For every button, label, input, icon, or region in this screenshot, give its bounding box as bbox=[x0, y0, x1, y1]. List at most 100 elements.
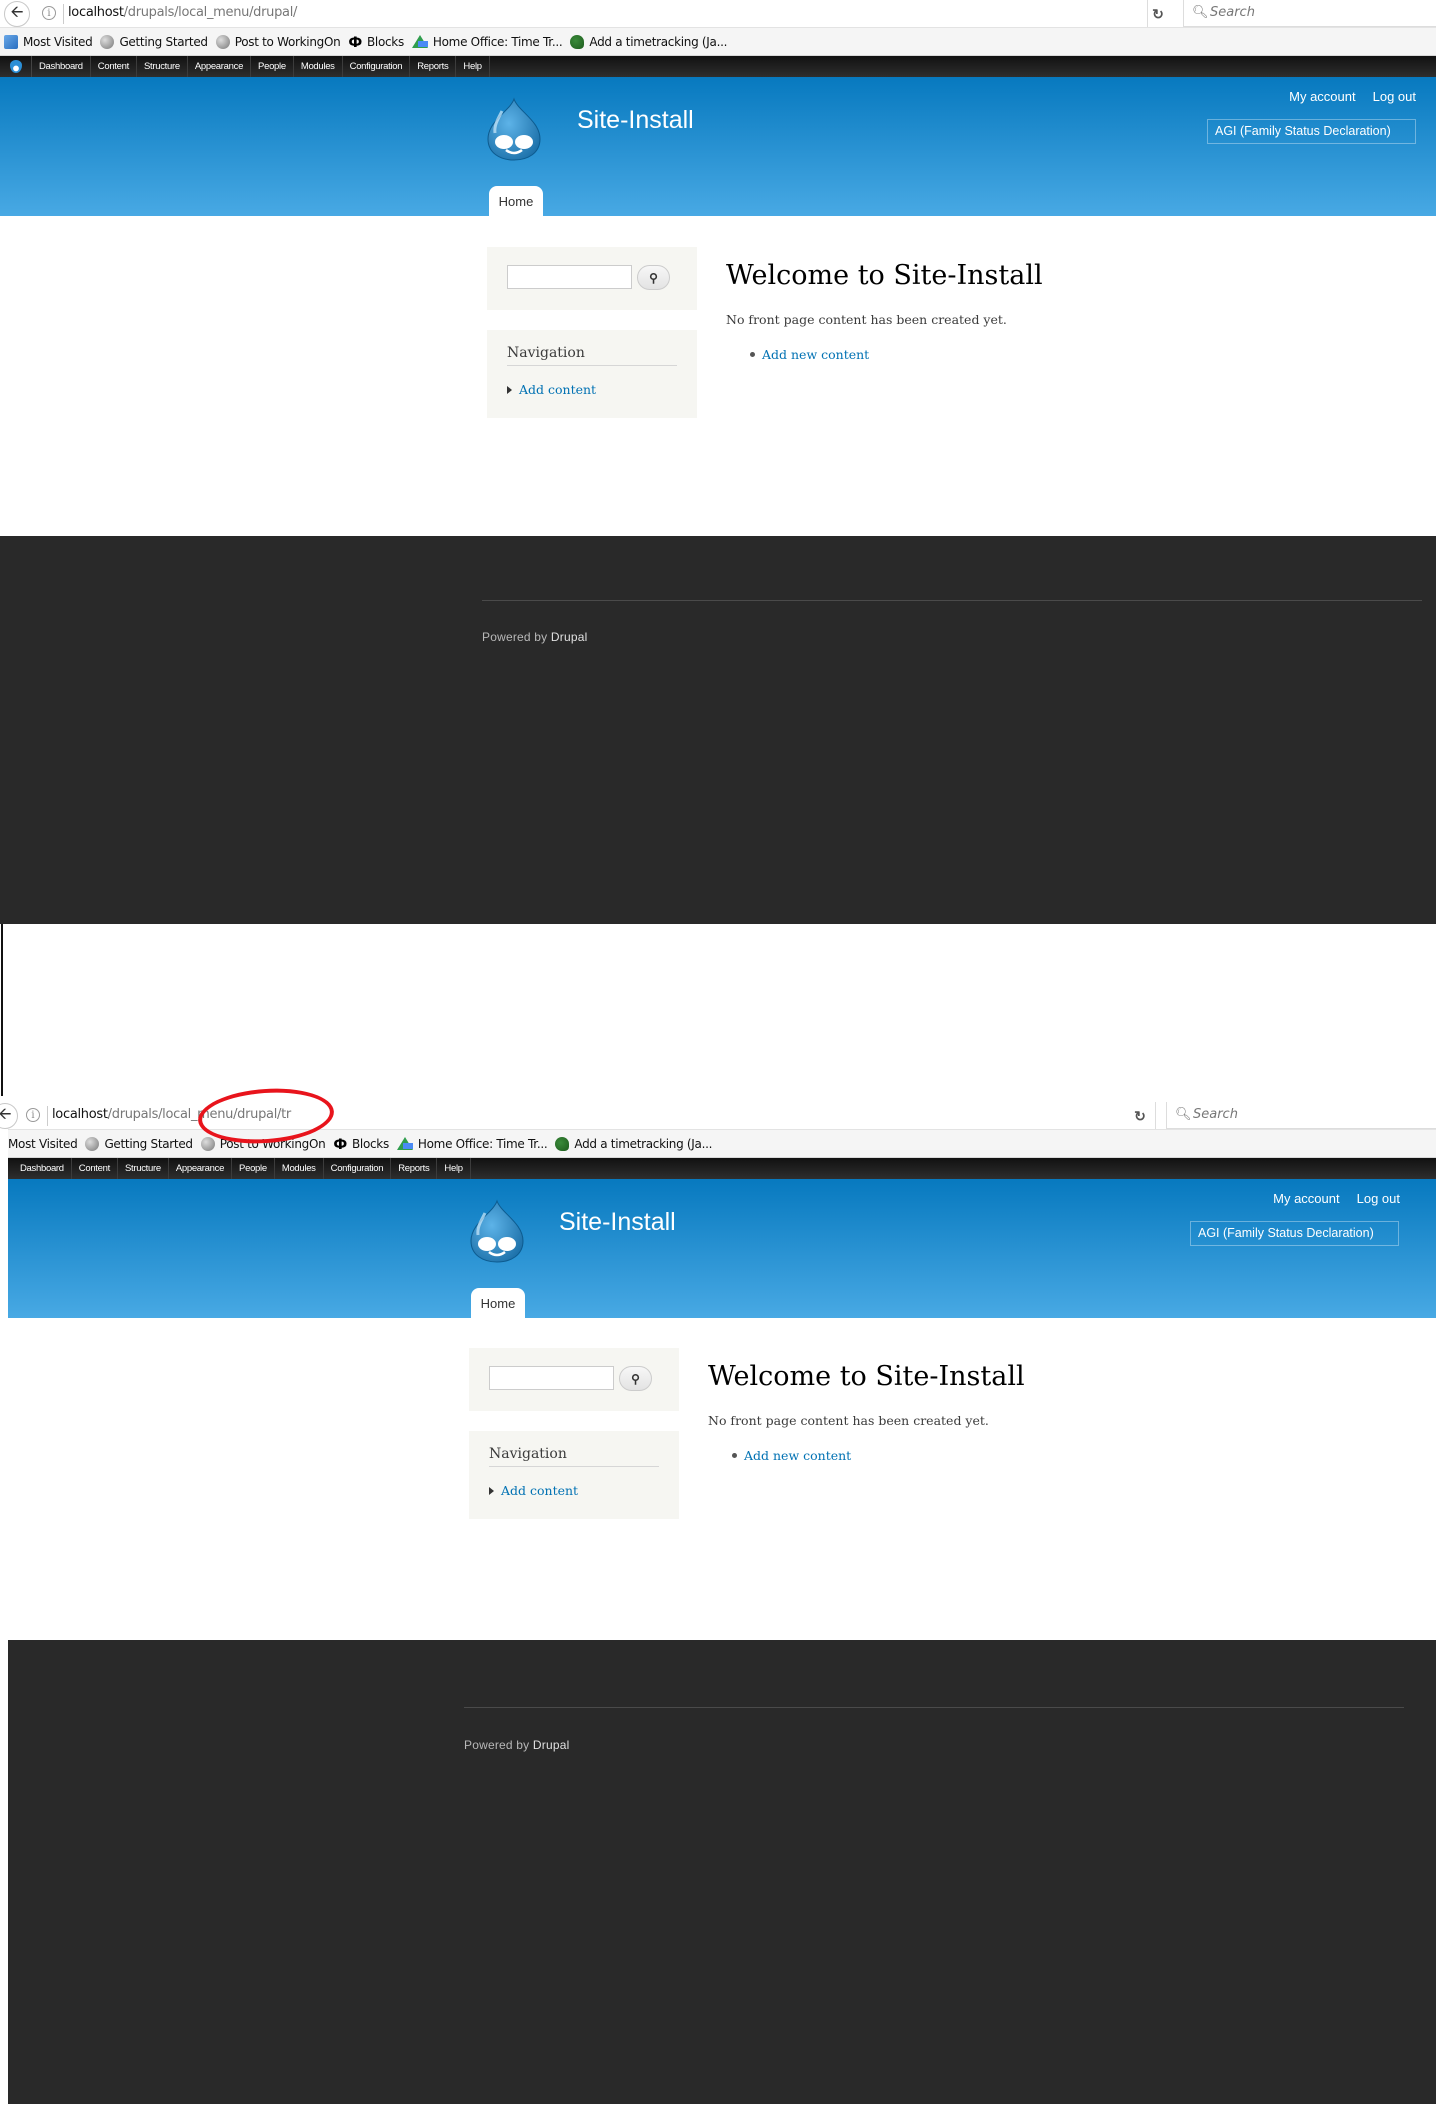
toolbar-item-dashboard[interactable]: Dashboard bbox=[32, 56, 91, 77]
browser-address-bar: 🡨 i localhost/drupals/local_menu/drupal/… bbox=[0, 1102, 1436, 1130]
toolbar-item-reports[interactable]: Reports bbox=[391, 1158, 438, 1179]
google-drive-icon bbox=[411, 35, 428, 48]
bookmark-most-visited[interactable]: Most Visited bbox=[4, 34, 93, 49]
toolbar-item-help[interactable]: Help bbox=[437, 1158, 471, 1179]
main-content: Welcome to Site-Install No front page co… bbox=[708, 1359, 1368, 1463]
log-out-link[interactable]: Log out bbox=[1357, 1191, 1400, 1206]
back-arrow-icon: 🡨 bbox=[0, 1105, 12, 1123]
bookmark-add-timetracking[interactable]: Add a timetracking (Ja... bbox=[570, 34, 727, 49]
duck-icon bbox=[555, 1136, 570, 1151]
add-new-content-link[interactable]: Add new content bbox=[762, 347, 869, 362]
empty-front-message: No front page content has been created y… bbox=[726, 312, 1007, 327]
site-search-button[interactable]: ⚲ bbox=[619, 1366, 652, 1391]
site-search-input[interactable] bbox=[489, 1366, 614, 1390]
toolbar-item-structure[interactable]: Structure bbox=[118, 1158, 169, 1179]
browser-search-field[interactable]: 🔍︎ Search bbox=[1183, 0, 1436, 27]
url-text[interactable]: localhost/drupals/local_menu/drupal/tr bbox=[52, 1107, 291, 1122]
list-item: Add new content bbox=[732, 1448, 1368, 1463]
toolbar-item-dashboard[interactable]: Dashboard bbox=[8, 1158, 72, 1179]
blocks-icon: Ф bbox=[333, 1136, 347, 1153]
screenshot-1: 🡨 i localhost/drupals/local_menu/drupal/… bbox=[0, 0, 1436, 924]
toolbar-item-people[interactable]: People bbox=[251, 56, 294, 77]
page-viewport: Most Visited Getting Started Post to Wor… bbox=[8, 1130, 1436, 2104]
bookmark-post-to-workingon[interactable]: Post to WorkingOn bbox=[215, 34, 341, 49]
bookmark-getting-started[interactable]: Getting Started bbox=[100, 34, 208, 49]
my-account-link[interactable]: My account bbox=[1273, 1191, 1339, 1206]
main-menu-home-tab[interactable]: Home bbox=[471, 1288, 525, 1318]
add-new-content-link[interactable]: Add new content bbox=[744, 1448, 851, 1463]
bookmark-blocks[interactable]: Ф Blocks bbox=[333, 1136, 389, 1153]
url-divider bbox=[63, 4, 64, 24]
url-field[interactable]: 🡨 i localhost/drupals/local_menu/drupal/ bbox=[0, 0, 1148, 27]
site-info-icon[interactable]: i bbox=[42, 6, 56, 20]
browser-search-field[interactable]: 🔍︎ Search bbox=[1166, 1102, 1436, 1129]
drupal-logo-icon[interactable] bbox=[467, 1199, 527, 1263]
site-info-icon[interactable]: i bbox=[26, 1108, 40, 1122]
globe-icon bbox=[200, 1136, 215, 1151]
toolbar-item-configuration[interactable]: Configuration bbox=[324, 1158, 392, 1179]
page-title: Welcome to Site-Install bbox=[726, 260, 1043, 291]
main-menu-home-tab[interactable]: Home bbox=[489, 186, 543, 216]
site-search-input[interactable] bbox=[507, 265, 632, 289]
globe-icon bbox=[100, 34, 115, 49]
context-selector[interactable]: AGI (Family Status Declaration) bbox=[1207, 119, 1416, 144]
url-divider bbox=[47, 1106, 48, 1126]
search-icon: ⚲ bbox=[631, 1371, 640, 1386]
log-out-link[interactable]: Log out bbox=[1373, 89, 1416, 104]
drupal-link[interactable]: Drupal bbox=[533, 1738, 570, 1752]
admin-toolbar: Dashboard Content Structure Appearance P… bbox=[0, 56, 1436, 77]
toolbar-item-structure[interactable]: Structure bbox=[137, 56, 188, 77]
back-button[interactable]: 🡨 bbox=[0, 1103, 18, 1129]
footer-divider bbox=[482, 600, 1422, 601]
toolbar-home-link[interactable] bbox=[0, 56, 32, 77]
content-links: Add new content bbox=[750, 347, 1386, 362]
url-text[interactable]: localhost/drupals/local_menu/drupal/ bbox=[68, 5, 297, 20]
browser-address-bar: 🡨 i localhost/drupals/local_menu/drupal/… bbox=[0, 0, 1436, 28]
bookmark-getting-started[interactable]: Getting Started bbox=[85, 1136, 193, 1151]
navigation-title: Navigation bbox=[507, 345, 677, 366]
toolbar-item-configuration[interactable]: Configuration bbox=[343, 56, 411, 77]
drupal-link[interactable]: Drupal bbox=[551, 630, 588, 644]
most-visited-icon bbox=[4, 34, 18, 49]
back-button[interactable]: 🡨 bbox=[4, 1, 30, 27]
reload-button[interactable]: ↻ bbox=[1148, 4, 1168, 24]
back-arrow-icon: 🡨 bbox=[10, 3, 24, 21]
toolbar-item-help[interactable]: Help bbox=[456, 56, 490, 77]
site-search-button[interactable]: ⚲ bbox=[637, 265, 670, 290]
my-account-link[interactable]: My account bbox=[1289, 89, 1355, 104]
powered-by: Powered by Drupal bbox=[482, 630, 588, 644]
footer-divider bbox=[464, 1707, 1404, 1708]
bookmark-add-timetracking[interactable]: Add a timetracking (Ja... bbox=[555, 1136, 712, 1151]
toolbar-item-content[interactable]: Content bbox=[72, 1158, 118, 1179]
site-name-link[interactable]: Site-Install bbox=[577, 106, 694, 135]
drupal-drop-icon bbox=[9, 60, 22, 73]
collapsed-arrow-icon bbox=[507, 385, 512, 394]
context-selector[interactable]: AGI (Family Status Declaration) bbox=[1190, 1221, 1399, 1246]
toolbar-item-content[interactable]: Content bbox=[91, 56, 137, 77]
toolbar-item-modules[interactable]: Modules bbox=[294, 56, 343, 77]
toolbar-item-people[interactable]: People bbox=[232, 1158, 275, 1179]
reload-button[interactable]: ↻ bbox=[1130, 1106, 1150, 1126]
url-field[interactable]: 🡨 i localhost/drupals/local_menu/drupal/… bbox=[0, 1102, 1156, 1129]
bookmark-home-office[interactable]: Home Office: Time Tr... bbox=[396, 1137, 548, 1151]
bookmark-blocks[interactable]: Ф Blocks bbox=[348, 35, 404, 51]
reload-icon: ↻ bbox=[1152, 5, 1164, 22]
add-content-link[interactable]: Add content bbox=[519, 382, 596, 397]
duck-icon bbox=[570, 34, 585, 49]
site-footer: Powered by Drupal bbox=[8, 1640, 1436, 2104]
add-content-link[interactable]: Add content bbox=[501, 1483, 578, 1498]
site-name-link[interactable]: Site-Install bbox=[559, 1208, 676, 1237]
bookmark-home-office[interactable]: Home Office: Time Tr... bbox=[411, 35, 563, 49]
nav-item-add-content: Add content bbox=[489, 1483, 578, 1498]
powered-by: Powered by Drupal bbox=[464, 1738, 570, 1752]
bookmark-most-visited[interactable]: Most Visited bbox=[8, 1137, 78, 1151]
bookmark-post-to-workingon[interactable]: Post to WorkingOn bbox=[200, 1136, 326, 1151]
navigation-block: Navigation Add content bbox=[487, 330, 697, 418]
toolbar-item-reports[interactable]: Reports bbox=[410, 56, 457, 77]
navigation-block: Navigation Add content bbox=[469, 1431, 679, 1519]
toolbar-item-modules[interactable]: Modules bbox=[275, 1158, 324, 1179]
drupal-logo-icon[interactable] bbox=[484, 97, 544, 161]
toolbar-item-appearance[interactable]: Appearance bbox=[169, 1158, 233, 1179]
bookmarks-bar: Most Visited Getting Started Post to Wor… bbox=[0, 28, 1436, 56]
toolbar-item-appearance[interactable]: Appearance bbox=[188, 56, 252, 77]
